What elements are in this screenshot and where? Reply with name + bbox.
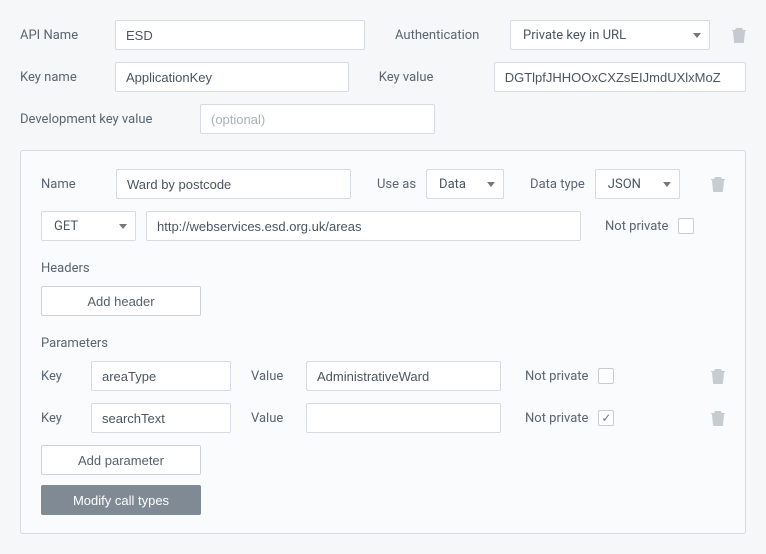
- param-key-label: Key: [41, 369, 81, 384]
- chevron-down-icon: [487, 182, 495, 187]
- key-name-label: Key name: [20, 70, 105, 85]
- delete-param-icon[interactable]: [711, 410, 725, 426]
- param-key-label: Key: [41, 411, 81, 426]
- api-name-label: API Name: [20, 28, 105, 43]
- call-name-label: Name: [41, 177, 106, 192]
- param-value-input[interactable]: [306, 361, 501, 391]
- param-value-label: Value: [251, 369, 296, 384]
- headers-title: Headers: [41, 261, 725, 276]
- param-not-private-label: Not private: [525, 411, 588, 426]
- call-not-private-label: Not private: [605, 219, 668, 234]
- dev-key-input[interactable]: [200, 104, 435, 134]
- key-name-input[interactable]: [115, 62, 349, 92]
- data-type-label: Data type: [530, 177, 585, 192]
- key-value-label: Key value: [379, 70, 484, 85]
- param-value-label: Value: [251, 411, 296, 426]
- param-key-input[interactable]: [91, 403, 231, 433]
- api-name-input[interactable]: [115, 20, 365, 50]
- chevron-down-icon: [663, 182, 671, 187]
- call-not-private-checkbox[interactable]: [678, 218, 694, 234]
- delete-call-icon[interactable]: [711, 176, 725, 192]
- use-as-label: Use as: [377, 177, 416, 192]
- data-type-select[interactable]: JSON: [595, 169, 680, 199]
- auth-label: Authentication: [395, 28, 500, 43]
- param-value-input[interactable]: [306, 403, 501, 433]
- param-not-private-checkbox[interactable]: [598, 410, 614, 426]
- parameters-title: Parameters: [41, 336, 725, 351]
- dev-key-label: Development key value: [20, 112, 190, 127]
- url-input[interactable]: [146, 211, 581, 241]
- chevron-down-icon: [119, 224, 127, 229]
- param-row: Key Value Not private: [41, 361, 725, 391]
- chevron-down-icon: [693, 33, 701, 38]
- auth-select[interactable]: Private key in URL: [510, 20, 710, 50]
- auth-select-value: Private key in URL: [523, 28, 626, 43]
- add-parameter-button[interactable]: Add parameter: [41, 445, 201, 475]
- delete-api-icon[interactable]: [732, 27, 746, 43]
- use-as-select[interactable]: Data: [426, 169, 504, 199]
- param-not-private-checkbox[interactable]: [598, 368, 614, 384]
- use-as-value: Data: [439, 177, 466, 192]
- method-select[interactable]: GET: [41, 211, 136, 241]
- param-not-private-label: Not private: [525, 369, 588, 384]
- method-value: GET: [54, 219, 78, 234]
- key-value-input[interactable]: [494, 62, 746, 92]
- delete-param-icon[interactable]: [711, 368, 725, 384]
- modify-call-types-button[interactable]: Modify call types: [41, 485, 201, 515]
- add-header-button[interactable]: Add header: [41, 286, 201, 316]
- data-type-value: JSON: [608, 177, 641, 192]
- call-panel: Name Use as Data Data type JSON GET Not …: [20, 150, 746, 534]
- call-name-input[interactable]: [116, 169, 351, 199]
- param-key-input[interactable]: [91, 361, 231, 391]
- param-row: Key Value Not private: [41, 403, 725, 433]
